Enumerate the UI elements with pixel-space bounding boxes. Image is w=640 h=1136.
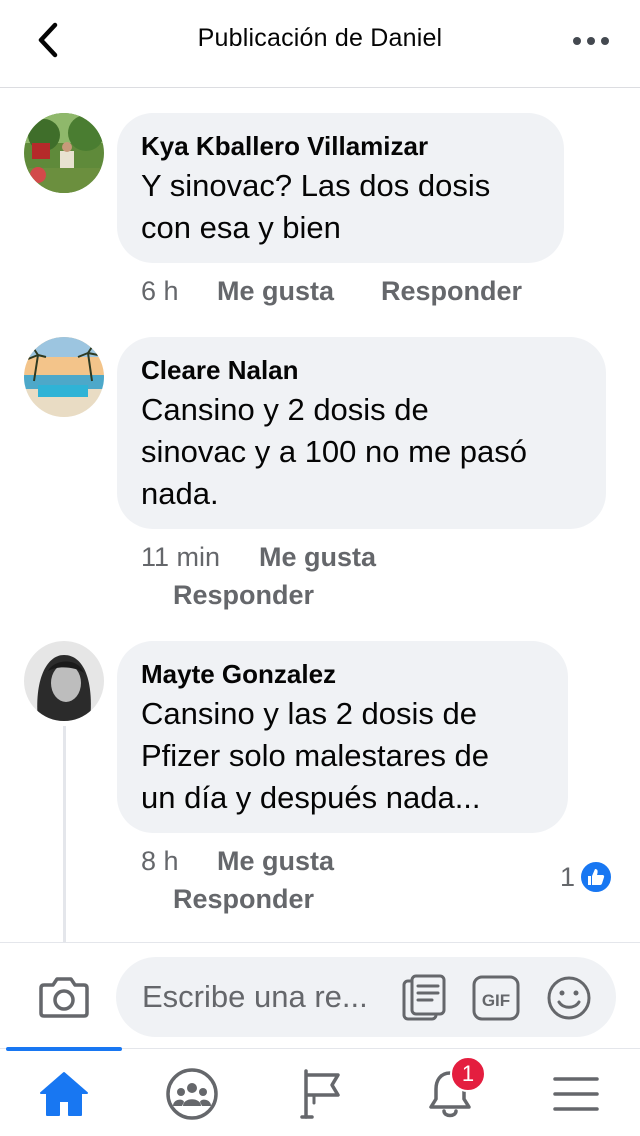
comment-author[interactable]: Cleare Nalan: [141, 353, 582, 387]
comment-input[interactable]: Escribe una re... GIF: [116, 957, 616, 1037]
avatar-garden-image: [24, 113, 104, 193]
avatar-portrait-image: [24, 641, 104, 721]
avatar[interactable]: [24, 337, 104, 417]
nav-home[interactable]: [34, 1065, 94, 1123]
reply-thread-line: [63, 726, 66, 944]
camera-icon: [39, 977, 89, 1018]
top-bar: Publicación de Daniel: [0, 0, 640, 88]
comment-input-placeholder: Escribe una re...: [142, 979, 368, 1014]
comment-text: Cansino y las 2 dosis de Pfizer solo mal…: [141, 696, 490, 815]
reply-link[interactable]: Responder: [173, 580, 314, 611]
home-icon: [40, 1072, 88, 1116]
comment-text: Y sinovac? Las dos dosis con esa y bien: [141, 168, 491, 245]
comment-text: Cansino y 2 dosis de sinovac y a 100 no …: [141, 392, 528, 511]
sticker-button[interactable]: [400, 973, 450, 1023]
reply-link[interactable]: Responder: [381, 276, 522, 307]
thumbs-up-icon: [579, 860, 614, 894]
like-link[interactable]: Me gusta: [259, 542, 376, 573]
comment-composer: Escribe una re... GIF: [0, 942, 640, 1048]
nav-menu[interactable]: [546, 1065, 606, 1123]
svg-text:GIF: GIF: [482, 991, 510, 1010]
gif-button[interactable]: GIF: [470, 973, 522, 1023]
like-link[interactable]: Me gusta: [217, 276, 334, 307]
emoji-button[interactable]: [544, 973, 594, 1023]
more-options-button[interactable]: [566, 26, 616, 56]
more-dots-icon: [573, 37, 609, 45]
pages-flag-icon: [300, 1069, 340, 1119]
nav-pages[interactable]: [290, 1065, 350, 1123]
comment-bubble[interactable]: Kya Kballero Villamizar Y sinovac? Las d…: [117, 113, 564, 263]
comment-time: 6 h: [141, 276, 179, 306]
gif-icon: GIF: [472, 975, 520, 1021]
avatar[interactable]: [24, 641, 104, 721]
sticker-icon: [402, 974, 446, 1021]
comment-time: 8 h: [141, 846, 179, 876]
groups-icon: [166, 1068, 218, 1120]
nav-groups[interactable]: [162, 1065, 222, 1123]
comment-bubble[interactable]: Cleare Nalan Cansino y 2 dosis de sinova…: [117, 337, 606, 529]
notification-badge: 1: [450, 1056, 486, 1092]
active-tab-indicator: [6, 1047, 122, 1051]
reply-link[interactable]: Responder: [173, 884, 314, 915]
bottom-navigation: [0, 1047, 640, 1136]
comment-bubble[interactable]: Mayte Gonzalez Cansino y las 2 dosis de …: [117, 641, 568, 833]
menu-icon: [553, 1077, 599, 1111]
page-title: Publicación de Daniel: [197, 24, 443, 52]
avatar[interactable]: [24, 113, 104, 193]
camera-button[interactable]: [38, 973, 90, 1021]
reaction-summary[interactable]: 1: [560, 860, 614, 894]
emoji-icon: [547, 976, 591, 1020]
comment-time: 11 min: [141, 542, 221, 572]
comment-author[interactable]: Mayte Gonzalez: [141, 657, 544, 691]
reaction-count: 1: [560, 861, 576, 892]
like-link[interactable]: Me gusta: [217, 846, 334, 877]
avatar-beach-image: [24, 337, 104, 417]
comment-author[interactable]: Kya Kballero Villamizar: [141, 129, 540, 163]
